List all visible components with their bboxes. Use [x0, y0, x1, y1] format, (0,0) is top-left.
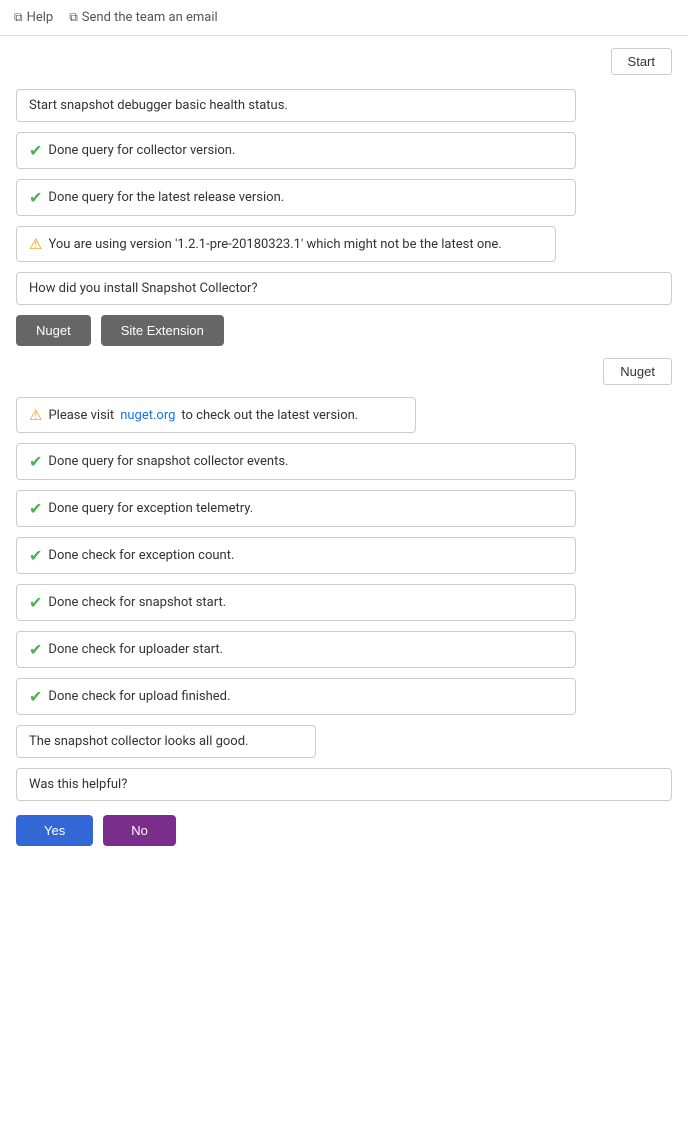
nuget-button[interactable]: Nuget: [16, 315, 91, 346]
check-icon-snapshot-events: ✔: [29, 452, 42, 471]
start-health-message: Start snapshot debugger basic health sta…: [16, 89, 576, 122]
check-icon-exception-count: ✔: [29, 546, 42, 565]
version-warning-message: ⚠ You are using version '1.2.1-pre-20180…: [16, 226, 556, 262]
warn-icon-nuget: ⚠: [29, 406, 42, 424]
install-buttons-row: Nuget Site Extension: [16, 315, 672, 346]
check-icon-upload-finished: ✔: [29, 687, 42, 706]
done-latest-release-message: ✔ Done query for the latest release vers…: [16, 179, 576, 216]
done-exception-count-text: Done check for exception count.: [48, 548, 234, 563]
version-warning-text: You are using version '1.2.1-pre-2018032…: [48, 237, 501, 252]
done-collector-version-text: Done query for collector version.: [48, 143, 235, 158]
warn-icon-version: ⚠: [29, 235, 42, 253]
help-external-icon: ⧉: [14, 10, 23, 25]
top-bar: ⧉ Help ⧉ Send the team an email: [0, 0, 688, 36]
done-upload-finished-message: ✔ Done check for upload finished.: [16, 678, 576, 715]
no-button[interactable]: No: [103, 815, 176, 846]
done-collector-version-message: ✔ Done query for collector version.: [16, 132, 576, 169]
start-button[interactable]: Start: [611, 48, 672, 75]
done-snapshot-start-message: ✔ Done check for snapshot start.: [16, 584, 576, 621]
visit-nuget-message: ⚠ Please visit nuget.org to check out th…: [16, 397, 416, 433]
nuget-response-row: Nuget: [16, 358, 672, 385]
yes-button[interactable]: Yes: [16, 815, 93, 846]
helpful-question-text: Was this helpful?: [29, 777, 127, 792]
done-uploader-start-text: Done check for uploader start.: [48, 642, 223, 657]
install-question-message: How did you install Snapshot Collector?: [16, 272, 672, 305]
install-question-text: How did you install Snapshot Collector?: [29, 281, 258, 296]
done-exception-count-message: ✔ Done check for exception count.: [16, 537, 576, 574]
done-upload-finished-text: Done check for upload finished.: [48, 689, 230, 704]
check-icon-snapshot-start: ✔: [29, 593, 42, 612]
start-health-text: Start snapshot debugger basic health sta…: [29, 98, 288, 113]
done-exception-telemetry-text: Done query for exception telemetry.: [48, 501, 253, 516]
check-icon-exception-telemetry: ✔: [29, 499, 42, 518]
done-snapshot-start-text: Done check for snapshot start.: [48, 595, 226, 610]
email-link[interactable]: ⧉ Send the team an email: [69, 10, 217, 25]
check-icon-uploader-start: ✔: [29, 640, 42, 659]
help-link[interactable]: ⧉ Help: [14, 10, 53, 25]
visit-nuget-suffix: to check out the latest version.: [181, 408, 358, 423]
email-external-icon: ⧉: [69, 10, 78, 25]
start-button-row: Start: [16, 48, 672, 75]
done-snapshot-events-message: ✔ Done query for snapshot collector even…: [16, 443, 576, 480]
done-exception-telemetry-message: ✔ Done query for exception telemetry.: [16, 490, 576, 527]
check-icon-latest-release: ✔: [29, 188, 42, 207]
helpful-block: Was this helpful?: [16, 768, 672, 801]
done-latest-release-text: Done query for the latest release versio…: [48, 190, 284, 205]
nuget-org-link[interactable]: nuget.org: [120, 408, 175, 423]
done-snapshot-events-text: Done query for snapshot collector events…: [48, 454, 288, 469]
check-icon-collector: ✔: [29, 141, 42, 160]
done-uploader-start-message: ✔ Done check for uploader start.: [16, 631, 576, 668]
help-label: Help: [27, 10, 54, 25]
nuget-response-button[interactable]: Nuget: [603, 358, 672, 385]
email-label: Send the team an email: [82, 10, 218, 25]
main-content: Start Start snapshot debugger basic heal…: [0, 36, 688, 868]
site-extension-button[interactable]: Site Extension: [101, 315, 224, 346]
all-good-text: The snapshot collector looks all good.: [29, 734, 248, 749]
visit-nuget-prefix: Please visit: [48, 408, 114, 423]
all-good-message: The snapshot collector looks all good.: [16, 725, 316, 758]
feedback-buttons-row: Yes No: [16, 815, 672, 846]
